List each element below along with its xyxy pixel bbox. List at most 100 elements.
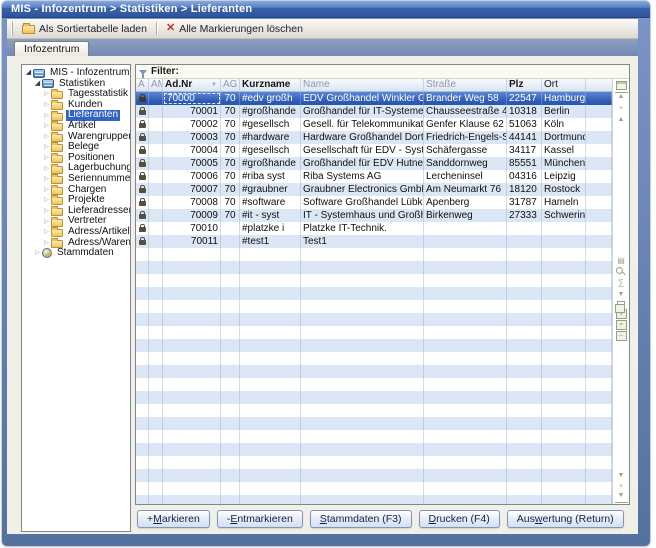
cell-ag: 70 (221, 92, 240, 105)
empty-row[interactable] (136, 495, 612, 504)
expander-closed-icon[interactable]: ▷ (33, 248, 42, 258)
table-row[interactable]: 7000470#gesellschGesellschaft für EDV - … (136, 144, 612, 157)
tree-item-stammdaten[interactable]: ▷Stammdaten (22, 248, 130, 259)
action-button-auswertung-return[interactable]: Auswertung (Return) (507, 510, 624, 528)
empty-row[interactable] (136, 300, 612, 313)
expander-closed-icon[interactable]: ▷ (42, 185, 51, 195)
table-row[interactable]: 7000570#großhandeGroßhandel für EDV Hutn… (136, 157, 612, 170)
empty-row[interactable] (136, 313, 612, 326)
load-sort-table-button[interactable]: Als Sortiertabelle laden (17, 22, 152, 36)
line-down-icon[interactable]: ▼ (615, 470, 628, 481)
filter-funnel-icon[interactable]: ▼ (615, 289, 628, 300)
line-up-icon[interactable]: ▲ (615, 114, 628, 125)
tree-item-label: Adress/Artikel (66, 227, 131, 238)
column-chooser-icon[interactable] (616, 81, 627, 90)
table-row[interactable]: 7000270#gesellschGesell. für Telekommuni… (136, 118, 612, 131)
empty-row[interactable] (136, 482, 612, 495)
expander-closed-icon[interactable]: ▷ (42, 195, 51, 205)
empty-row[interactable] (136, 391, 612, 404)
expander-closed-icon[interactable]: ▷ (42, 121, 51, 131)
empty-row[interactable] (136, 248, 612, 261)
tree-item-seriennummern[interactable]: ▷Seriennummern (22, 174, 130, 185)
cell-filler (586, 313, 612, 326)
column-header-stra-e[interactable]: Straße (424, 79, 507, 91)
action-button-entmarkieren[interactable]: - Entmarkieren (217, 510, 303, 528)
expander-closed-icon[interactable]: ▷ (42, 100, 51, 110)
scroll-down-icon[interactable]: + (615, 481, 628, 492)
empty-row[interactable] (136, 469, 612, 482)
column-header-ad-nr[interactable]: Ad.Nr▼ (163, 79, 221, 91)
cell-kurzname: #gesellsch (240, 144, 301, 157)
scroll-up-icon[interactable]: + (615, 103, 628, 114)
empty-row[interactable] (136, 404, 612, 417)
expander-closed-icon[interactable]: ▷ (42, 217, 51, 227)
cell-empty (149, 274, 163, 287)
column-header-name[interactable]: Name (301, 79, 424, 91)
search-icon[interactable] (616, 267, 626, 277)
scroll-to-top-icon[interactable]: ▲ (615, 92, 628, 103)
column-header-ort[interactable]: Ort (542, 79, 586, 91)
table-row[interactable]: 7000670#riba systRiba Systems AGLercheni… (136, 170, 612, 183)
action-button-markieren[interactable]: + Markieren (137, 510, 210, 528)
cell-empty (301, 469, 424, 482)
empty-row[interactable] (136, 352, 612, 365)
empty-row[interactable] (136, 274, 612, 287)
expander-closed-icon[interactable]: ▷ (42, 238, 51, 248)
row-height-3-icon[interactable]: – (616, 331, 627, 341)
table-row[interactable]: 7000770#graubnerGraubner Electronics Gmb… (136, 183, 612, 196)
table-row[interactable]: 7000370#hardwareHardware Großhandel Dort… (136, 131, 612, 144)
empty-row[interactable] (136, 326, 612, 339)
empty-row[interactable] (136, 456, 612, 469)
expander-closed-icon[interactable]: ▷ (42, 206, 51, 216)
button-label-mnemonic: E (230, 513, 237, 525)
table-row[interactable]: 70011#test1Test1 (136, 235, 612, 248)
expander-open-icon[interactable]: ◢ (33, 79, 42, 89)
action-button-drucken-f4[interactable]: Drucken (F4) (419, 510, 500, 528)
column-header-kurzname[interactable]: Kurzname (240, 79, 301, 91)
column-header-am[interactable]: AM (149, 79, 163, 91)
cell-ag: 70 (221, 144, 240, 157)
tree-item-artikel[interactable]: ▷Artikel (22, 121, 130, 132)
cell-empty (424, 391, 507, 404)
table-row[interactable]: 7000070#edv großhEDV Großhandel Winkler … (136, 92, 612, 105)
expander-open-icon[interactable]: ◢ (24, 68, 33, 78)
empty-row[interactable] (136, 287, 612, 300)
filter-bar[interactable]: Filter: (136, 65, 629, 79)
expander-closed-icon[interactable]: ▷ (42, 164, 51, 174)
expander-closed-icon[interactable]: ▷ (42, 142, 51, 152)
column-header-ag[interactable]: AG (221, 79, 240, 91)
empty-row[interactable] (136, 378, 612, 391)
table-row[interactable]: 7000870#softwareSoftware Großhandel Lübk… (136, 196, 612, 209)
expander-closed-icon[interactable]: ▷ (42, 227, 51, 237)
scroll-to-bottom-icon[interactable]: ▼ (615, 492, 628, 503)
expander-closed-icon[interactable]: ▷ (42, 153, 51, 163)
expander-closed-icon[interactable]: ▷ (42, 132, 51, 142)
empty-row[interactable] (136, 417, 612, 430)
tab-infozentrum[interactable]: Infozentrum (14, 41, 89, 56)
empty-row[interactable] (136, 365, 612, 378)
tree-item-mis-infozentrum[interactable]: ◢MIS - Infozentrum (22, 68, 130, 79)
empty-row[interactable] (136, 339, 612, 352)
expander-closed-icon[interactable]: ▷ (42, 111, 51, 121)
clear-marks-button[interactable]: ✕ Alle Markierungen löschen (161, 22, 308, 36)
empty-row[interactable] (136, 430, 612, 443)
tree-item-adress-artikel[interactable]: ▷ Adress/Artikel (22, 227, 130, 238)
cell-strasse: Birkenweg (424, 209, 507, 222)
column-header-plz[interactable]: Plz (507, 79, 542, 91)
window-title: MIS - Infozentrum > Statistiken > Liefer… (2, 1, 650, 18)
grid-views-icon[interactable]: ▤ (615, 255, 628, 267)
table-row[interactable]: 7000170#großhandeGroßhandel für IT-Syste… (136, 105, 612, 118)
table-row[interactable]: 7000970#it - systIT - Systemhaus und Gro… (136, 209, 612, 222)
expander-closed-icon[interactable]: ▷ (42, 174, 51, 184)
content-area: ◢MIS - Infozentrum◢Statistiken▷Tagesstat… (7, 56, 638, 534)
action-button-stammdaten-f3[interactable]: Stammdaten (F3) (310, 510, 412, 528)
sum-icon[interactable]: ∑ (615, 277, 628, 289)
expander-closed-icon[interactable]: ▷ (42, 89, 51, 99)
cell-lock (136, 235, 149, 248)
row-height-2-icon[interactable]: = (616, 320, 627, 330)
table-row[interactable]: 70010#platzke iPlatzke IT-Technik. (136, 222, 612, 235)
copy-icon[interactable] (617, 301, 625, 308)
empty-row[interactable] (136, 443, 612, 456)
empty-row[interactable] (136, 261, 612, 274)
column-header-a[interactable]: A (136, 79, 149, 91)
